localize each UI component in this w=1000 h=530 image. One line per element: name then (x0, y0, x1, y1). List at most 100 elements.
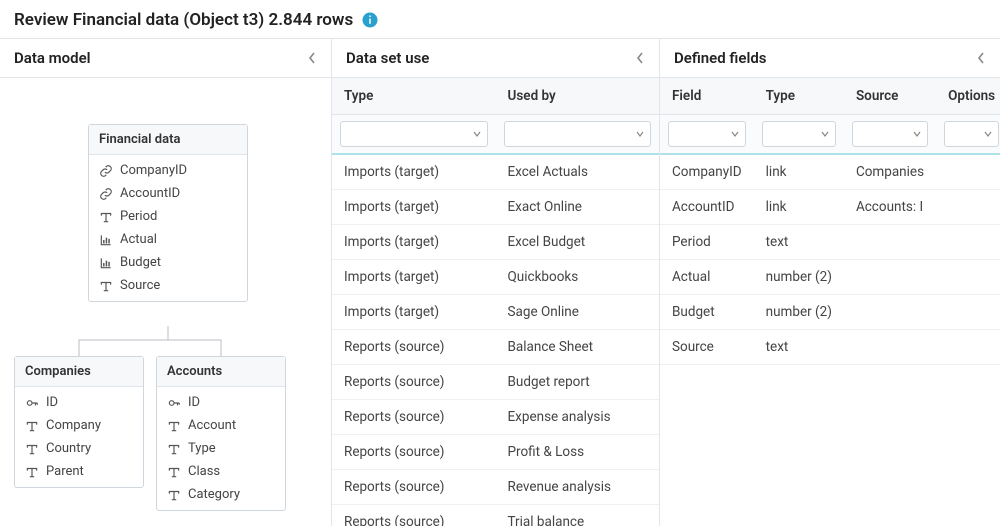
table-row[interactable]: CompanyIDlinkCompanies (660, 154, 1000, 190)
entity-field[interactable]: Category (157, 483, 285, 506)
panel-defined-fields: Defined fields Field Type Source Options (660, 39, 1000, 526)
field-label: Actual (120, 232, 157, 247)
table-row[interactable]: Reports (source)Balance Sheet (332, 330, 659, 365)
entity-field[interactable]: Class (157, 460, 285, 483)
entity-companies[interactable]: Companies ID Company Country Parent (14, 356, 144, 488)
filter-options-select[interactable] (944, 121, 999, 147)
table-row[interactable]: Imports (target)Exact Online (332, 190, 659, 225)
chart-icon (99, 233, 113, 247)
table-row[interactable]: Imports (target)Sage Online (332, 295, 659, 330)
filter-usedby-select[interactable] (504, 121, 652, 147)
entity-header: Financial data (89, 125, 247, 155)
cell-type: Imports (target) (332, 225, 496, 260)
table-row[interactable]: Reports (source)Trial balance (332, 505, 659, 527)
cell-type: Imports (target) (332, 260, 496, 295)
cell-used-by: Balance Sheet (496, 330, 660, 365)
text-icon (25, 465, 39, 479)
entity-field[interactable]: Country (15, 437, 143, 460)
filter-type-select[interactable] (340, 121, 488, 147)
field-label: Parent (46, 464, 84, 479)
entity-field[interactable]: Company (15, 414, 143, 437)
col-used-by[interactable]: Used by (496, 78, 660, 115)
col-field[interactable]: Field (660, 78, 754, 115)
cell-used-by: Quickbooks (496, 260, 660, 295)
col-type[interactable]: Type (332, 78, 496, 115)
table-row[interactable]: Imports (target)Quickbooks (332, 260, 659, 295)
cell-type: number (2) (754, 260, 844, 295)
entity-field[interactable]: Account (157, 414, 285, 437)
cell-type: link (754, 154, 844, 190)
text-icon (167, 419, 181, 433)
cell-used-by: Excel Actuals (496, 154, 660, 190)
cell-type: Reports (source) (332, 365, 496, 400)
entity-field[interactable]: Source (89, 274, 247, 297)
chevron-left-icon[interactable] (635, 51, 645, 65)
entity-field[interactable]: ID (157, 391, 285, 414)
cell-used-by: Exact Online (496, 190, 660, 225)
table-header-row: Field Type Source Options (660, 78, 1000, 115)
entity-field[interactable]: ID (15, 391, 143, 414)
table-filter-row (332, 115, 659, 155)
table-row[interactable]: Reports (source)Revenue analysis (332, 470, 659, 505)
entity-field[interactable]: Parent (15, 460, 143, 483)
table-row[interactable]: Imports (target)Excel Budget (332, 225, 659, 260)
cell-type: Reports (source) (332, 400, 496, 435)
cell-source (844, 225, 936, 260)
text-icon (167, 488, 181, 502)
link-icon (99, 187, 113, 201)
entity-field[interactable]: Budget (89, 251, 247, 274)
field-label: AccountID (120, 186, 180, 201)
cell-type: text (754, 225, 844, 260)
text-icon (167, 442, 181, 456)
table-row[interactable]: Reports (source)Expense analysis (332, 400, 659, 435)
entity-financial-data[interactable]: Financial data CompanyID AccountID Period A… (88, 124, 248, 302)
chevron-left-icon[interactable] (976, 51, 986, 65)
panel-data-model: Data model Financial data CompanyIDAccou… (0, 39, 332, 526)
cell-field: AccountID (660, 190, 754, 225)
entity-header: Accounts (157, 357, 285, 387)
cell-source: Accounts: I (844, 190, 936, 225)
cell-options (936, 225, 1000, 260)
table-row[interactable]: Periodtext (660, 225, 1000, 260)
link-icon (99, 164, 113, 178)
entity-field[interactable]: Type (157, 437, 285, 460)
panel-data-set-use: Data set use Type Used by Imports (targe… (332, 39, 660, 526)
cell-type: number (2) (754, 295, 844, 330)
col-source[interactable]: Source (844, 78, 936, 115)
filter-type-select[interactable] (762, 121, 836, 147)
field-label: Country (46, 441, 91, 456)
col-type[interactable]: Type (754, 78, 844, 115)
col-options[interactable]: Options (936, 78, 1000, 115)
table-row[interactable]: Budgetnumber (2) (660, 295, 1000, 330)
entity-field[interactable]: AccountID (89, 182, 247, 205)
entity-field[interactable]: Actual (89, 228, 247, 251)
table-row[interactable]: Reports (source)Profit & Loss (332, 435, 659, 470)
field-label: Company (46, 418, 101, 433)
table-header-row: Type Used by (332, 78, 659, 115)
info-icon[interactable] (361, 11, 379, 29)
table-row[interactable]: AccountIDlinkAccounts: I (660, 190, 1000, 225)
field-label: ID (188, 395, 200, 410)
table-row[interactable]: Actualnumber (2) (660, 260, 1000, 295)
table-row[interactable]: Sourcetext (660, 330, 1000, 365)
filter-field-select[interactable] (668, 121, 746, 147)
chevron-left-icon[interactable] (307, 51, 317, 65)
field-label: Budget (120, 255, 161, 270)
table-row[interactable]: Reports (source)Budget report (332, 365, 659, 400)
cell-type: link (754, 190, 844, 225)
panels-container: Data model Financial data CompanyIDAccou… (0, 38, 1000, 526)
cell-type: Reports (source) (332, 435, 496, 470)
entity-field[interactable]: Period (89, 205, 247, 228)
cell-used-by: Revenue analysis (496, 470, 660, 505)
chart-icon (99, 256, 113, 270)
entity-field[interactable]: CompanyID (89, 159, 247, 182)
field-label: Account (188, 418, 236, 433)
cell-source: Companies (844, 154, 936, 190)
entity-accounts[interactable]: Accounts ID Account TypeClassCategory (156, 356, 286, 511)
cell-field: Budget (660, 295, 754, 330)
cell-used-by: Sage Online (496, 295, 660, 330)
table-row[interactable]: Imports (target)Excel Actuals (332, 154, 659, 190)
table-filter-row (660, 115, 1000, 155)
entity-header: Companies (15, 357, 143, 387)
filter-source-select[interactable] (852, 121, 928, 147)
